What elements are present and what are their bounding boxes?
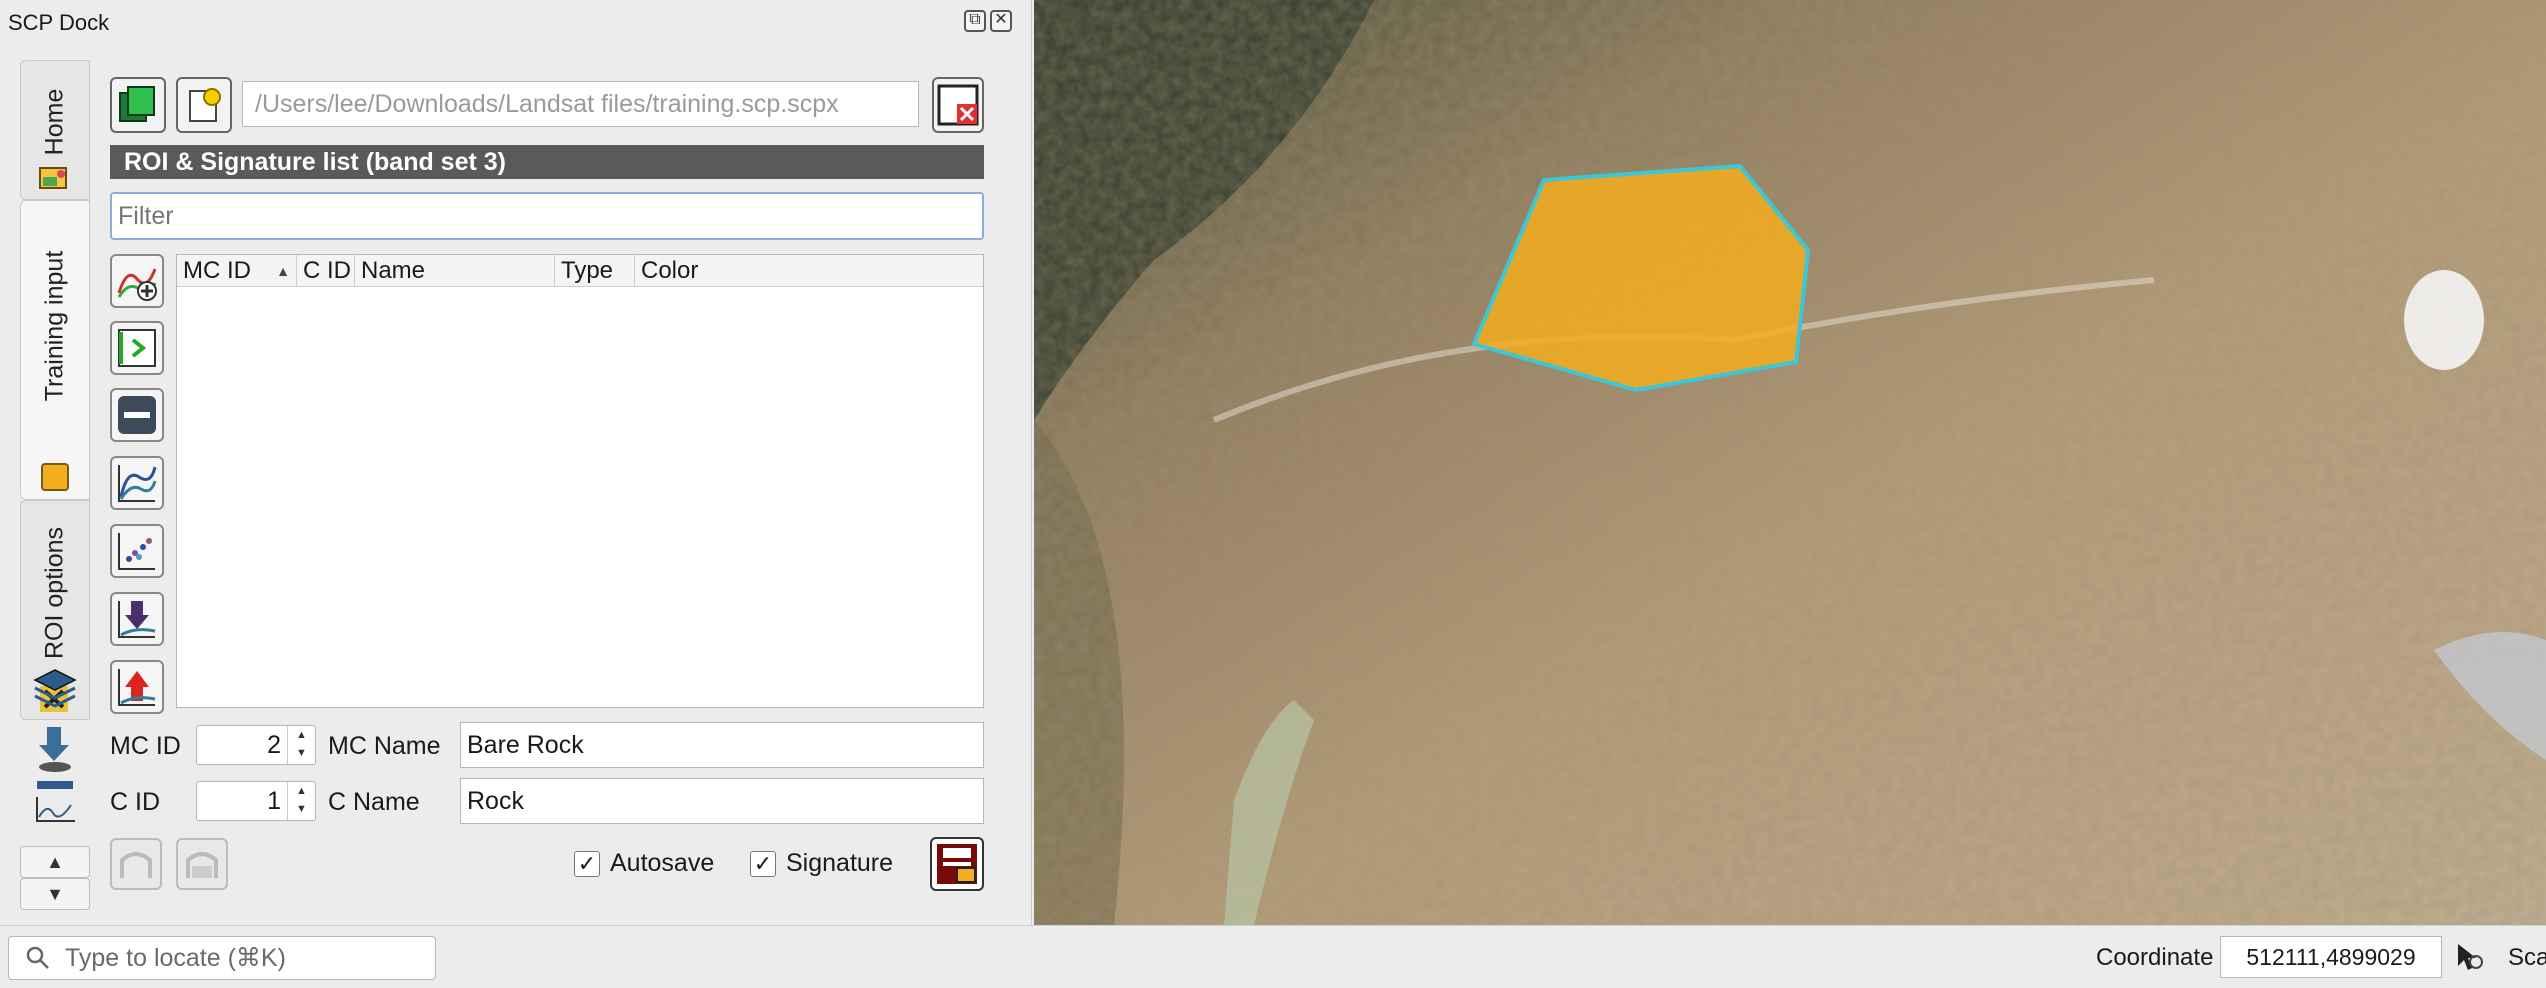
spin-arrows-icon[interactable]: ▲ ▼ xyxy=(287,782,315,820)
signature-table[interactable]: MC ID ▲ C ID Name Type Color xyxy=(176,254,984,708)
spectral-signature-plot-icon[interactable] xyxy=(110,456,164,510)
training-input-icon xyxy=(41,463,69,491)
satellite-image xyxy=(1034,0,2546,925)
open-training-file-button[interactable] xyxy=(110,77,166,133)
spectral-plot-icon[interactable] xyxy=(28,778,82,826)
c-id-label: C ID xyxy=(110,788,160,816)
autosave-label: Autosave xyxy=(610,849,715,877)
home-icon xyxy=(39,165,69,191)
calculate-signatures-icon[interactable] xyxy=(110,321,164,375)
mc-id-spinbox[interactable]: 2 ▲ ▼ xyxy=(196,725,316,765)
new-training-file-button[interactable] xyxy=(176,77,232,133)
import-signature-icon[interactable] xyxy=(110,592,164,646)
scale-label: Sca xyxy=(2508,944,2546,971)
autosave-checkbox[interactable]: ✓ Autosave xyxy=(574,849,714,878)
mc-id-value: 2 xyxy=(267,731,281,759)
coordinate-field[interactable]: 512111,4899029 xyxy=(2220,936,2442,978)
sort-ascending-icon: ▲ xyxy=(276,263,290,279)
scroll-down-button[interactable]: ▼ xyxy=(20,878,90,910)
tab-home[interactable]: Home xyxy=(20,60,90,200)
table-header: MC ID ▲ C ID Name Type Color xyxy=(177,255,983,287)
scroll-up-button[interactable]: ▲ xyxy=(20,846,90,878)
dock-title: SCP Dock xyxy=(8,10,110,35)
locate-search[interactable]: Type to locate (⌘K) xyxy=(8,936,436,980)
redo-roi-button[interactable] xyxy=(176,838,228,890)
scp-dock: SCP Dock ⧉ ✕ Home Training input ROI opt… xyxy=(0,0,1032,925)
save-roi-button[interactable] xyxy=(930,837,984,891)
dock-window-buttons: ⧉ ✕ xyxy=(964,10,1012,32)
signature-check: ✓ xyxy=(750,850,776,877)
column-c-id[interactable]: C ID xyxy=(297,255,355,286)
band-set-icon[interactable] xyxy=(28,660,82,714)
mc-id-label: MC ID xyxy=(110,732,181,760)
tab-training-input-label: Training input xyxy=(40,250,69,402)
undo-roi-button[interactable] xyxy=(110,838,162,890)
column-type[interactable]: Type xyxy=(555,255,635,286)
export-signature-icon[interactable] xyxy=(110,660,164,714)
autosave-check: ✓ xyxy=(574,850,600,877)
column-name[interactable]: Name xyxy=(355,255,555,286)
map-canvas[interactable] xyxy=(1034,0,2546,925)
search-icon xyxy=(25,945,51,976)
c-name-field[interactable]: Rock xyxy=(460,778,984,824)
column-color[interactable]: Color xyxy=(635,255,983,286)
scatter-plot-icon[interactable] xyxy=(110,524,164,578)
close-icon[interactable]: ✕ xyxy=(990,10,1012,32)
tab-home-label: Home xyxy=(40,88,69,156)
float-icon[interactable]: ⧉ xyxy=(964,10,986,32)
spin-arrows-icon[interactable]: ▲ ▼ xyxy=(287,726,315,764)
c-id-spinbox[interactable]: 1 ▲ ▼ xyxy=(196,781,316,821)
column-mc-id-label: MC ID xyxy=(183,257,251,284)
app-window: SCP Dock ⧉ ✕ Home Training input ROI opt… xyxy=(0,0,2546,988)
c-id-value: 1 xyxy=(267,787,281,815)
reset-file-button[interactable] xyxy=(932,77,984,133)
filter-input[interactable] xyxy=(110,192,984,240)
vertical-tabs: Home Training input ROI options ▲ ▼ xyxy=(20,60,90,910)
tab-training-input[interactable]: Training input xyxy=(20,200,90,500)
roi-signature-list-header: ROI & Signature list (band set 3) xyxy=(110,145,984,179)
status-bar: Type to locate (⌘K) Coordinate 512111,48… xyxy=(0,925,2546,988)
download-icon[interactable] xyxy=(28,722,82,776)
mc-name-field[interactable]: Bare Rock xyxy=(460,722,984,768)
mouse-coordinate-icon[interactable] xyxy=(2452,940,2488,979)
signature-checkbox[interactable]: ✓ Signature xyxy=(750,849,893,878)
locate-placeholder: Type to locate (⌘K) xyxy=(65,944,286,972)
signature-label: Signature xyxy=(786,849,894,877)
coordinate-label: Coordinate xyxy=(2096,944,2214,971)
training-file-path-input[interactable]: /Users/lee/Downloads/Landsat files/train… xyxy=(242,81,919,127)
mc-name-label: MC Name xyxy=(328,732,441,760)
tab-roi-options-label: ROI options xyxy=(40,526,69,659)
delete-signature-icon[interactable] xyxy=(110,388,164,442)
merge-signatures-icon[interactable] xyxy=(110,254,164,308)
c-name-label: C Name xyxy=(328,788,420,816)
column-mc-id[interactable]: MC ID ▲ xyxy=(177,255,297,286)
